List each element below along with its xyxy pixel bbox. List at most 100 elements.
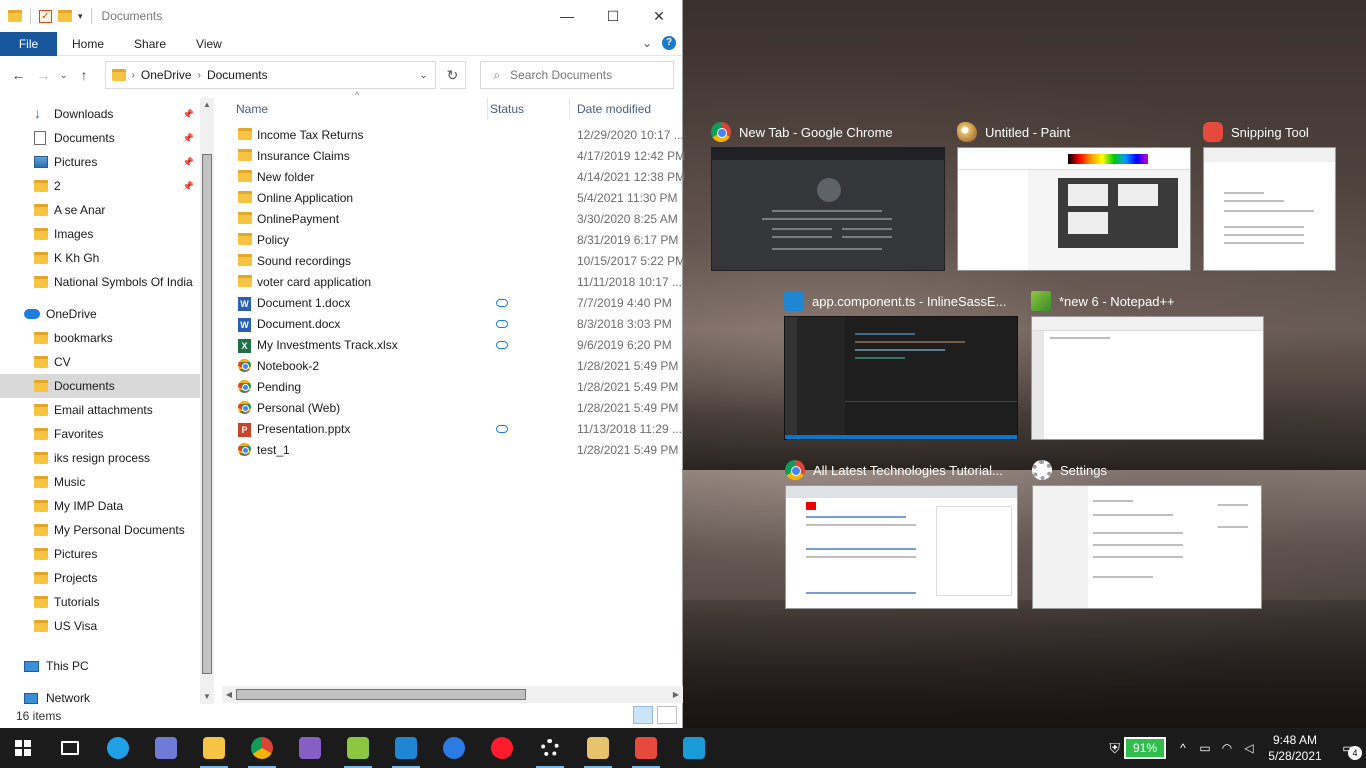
- file-row[interactable]: New folder 4/14/2021 12:38 PM: [222, 166, 685, 187]
- recent-locations-icon[interactable]: ⌄: [58, 64, 69, 86]
- taskview-thumb-notepadpp[interactable]: [1031, 316, 1264, 440]
- list-scroll-thumb[interactable]: [236, 689, 526, 700]
- tab-home[interactable]: Home: [57, 37, 119, 51]
- taskview-title-chrome[interactable]: New Tab - Google Chrome: [711, 122, 893, 142]
- taskview-thumb-tutorials[interactable]: [785, 485, 1018, 609]
- refresh-button[interactable]: ↻: [439, 61, 467, 89]
- file-row[interactable]: Online Application 5/4/2021 11:30 PM: [222, 187, 683, 208]
- taskbar-snipping-tool-button[interactable]: [622, 728, 670, 768]
- nav-item-tutorials[interactable]: Tutorials: [0, 590, 214, 614]
- up-button[interactable]: ↑: [74, 64, 95, 86]
- scroll-up-icon[interactable]: ▲: [200, 98, 214, 112]
- taskbar-file-explorer-button[interactable]: [190, 728, 238, 768]
- file-row[interactable]: Insurance Claims 4/17/2019 12:42 PM: [222, 145, 685, 166]
- taskbar-visual-studio-button[interactable]: [286, 728, 334, 768]
- taskview-title-paint[interactable]: Untitled - Paint: [957, 122, 1070, 142]
- nav-item-projects[interactable]: Projects: [0, 566, 214, 590]
- nav-item-my-personal-documents[interactable]: My Personal Documents: [0, 518, 214, 542]
- taskview-thumb-snipping[interactable]: [1203, 147, 1336, 271]
- file-row[interactable]: Personal (Web) 1/28/2021 5:49 PM: [222, 397, 683, 418]
- scroll-down-icon[interactable]: ▼: [200, 690, 214, 704]
- nav-item-favorites[interactable]: Favorites: [0, 422, 214, 446]
- file-row[interactable]: voter card application 11/11/2018 10:17 .…: [222, 271, 683, 292]
- details-view-icon[interactable]: [633, 706, 653, 724]
- nav-item-2[interactable]: 2 📌: [0, 174, 214, 198]
- notifications-button[interactable]: ▭ 4: [1330, 728, 1366, 768]
- file-row[interactable]: OnlinePayment 3/30/2020 8:25 AM: [222, 208, 683, 229]
- chevron-down-icon[interactable]: ⌄: [413, 70, 435, 81]
- power-icon[interactable]: ▭: [1194, 728, 1216, 768]
- taskbar-chrome-button[interactable]: [238, 728, 286, 768]
- taskview-title-settings[interactable]: Settings: [1032, 460, 1107, 480]
- file-row[interactable]: P Presentation.pptx 11/13/2018 11:29 ...: [222, 418, 683, 439]
- tab-view[interactable]: View: [181, 37, 237, 51]
- taskview-title-vscode[interactable]: app.component.ts - InlineSassE...: [784, 291, 1006, 311]
- nav-item-music[interactable]: Music: [0, 470, 214, 494]
- start-button[interactable]: [0, 728, 46, 768]
- taskbar-paint-button[interactable]: [574, 728, 622, 768]
- taskbar-settings-button[interactable]: [526, 728, 574, 768]
- nav-item-email-attachments[interactable]: Email attachments: [0, 398, 214, 422]
- nav-item-downloads[interactable]: ↓ Downloads 📌: [0, 102, 214, 126]
- file-row[interactable]: Income Tax Returns 12/29/2020 10:17 ...: [222, 124, 684, 145]
- taskview-title-chrome-tutorials[interactable]: All Latest Technologies Tutorial...: [785, 460, 1003, 480]
- close-button[interactable]: ✕: [636, 0, 682, 32]
- show-hidden-icons-icon[interactable]: ^: [1172, 728, 1194, 768]
- taskview-thumb-paint[interactable]: [957, 147, 1191, 271]
- file-row[interactable]: test_1 1/28/2021 5:49 PM: [222, 439, 683, 460]
- nav-item-k-kh-gh[interactable]: K Kh Gh: [0, 246, 214, 270]
- file-row[interactable]: X My Investments Track.xlsx 9/6/2019 6:20 …: [222, 334, 683, 355]
- taskview-thumb-chrome[interactable]: [711, 147, 945, 271]
- nav-item-images[interactable]: Images: [0, 222, 214, 246]
- taskview-title-notepadpp[interactable]: *new 6 - Notepad++: [1031, 291, 1175, 311]
- scroll-left-icon[interactable]: ◀: [222, 686, 236, 703]
- nav-item-national-symbols-of-india[interactable]: National Symbols Of India: [0, 270, 214, 294]
- nav-scroll-thumb[interactable]: [202, 154, 212, 674]
- breadcrumb-onedrive[interactable]: OneDrive: [141, 68, 192, 82]
- tab-share[interactable]: Share: [119, 37, 181, 51]
- nav-item-documents[interactable]: Documents: [0, 374, 214, 398]
- title-bar[interactable]: ✓ ▾ Documents — ☐ ✕: [0, 0, 682, 32]
- forward-button[interactable]: →: [33, 64, 54, 86]
- nav-item-us-visa[interactable]: US Visa: [0, 614, 214, 638]
- file-row[interactable]: Policy 8/31/2019 6:17 PM: [222, 229, 683, 250]
- nav-item-documents[interactable]: Documents 📌: [0, 126, 214, 150]
- taskbar-task-view-button[interactable]: [46, 728, 94, 768]
- file-row[interactable]: Notebook-2 1/28/2021 5:49 PM: [222, 355, 683, 376]
- taskbar-opera-button[interactable]: [478, 728, 526, 768]
- column-name[interactable]: Name: [236, 102, 268, 116]
- taskbar-edge-button[interactable]: [94, 728, 142, 768]
- taskbar-maps-button[interactable]: [430, 728, 478, 768]
- nav-item-network[interactable]: Network: [0, 686, 214, 704]
- back-button[interactable]: ←: [8, 64, 29, 86]
- taskbar-calculator-button[interactable]: [142, 728, 190, 768]
- nav-item-iks-resign-process[interactable]: iks resign process: [0, 446, 214, 470]
- taskbar-notepad-plus-button[interactable]: [334, 728, 382, 768]
- clock[interactable]: 9:48 AM 5/28/2021: [1260, 732, 1330, 764]
- wifi-icon[interactable]: ◠: [1216, 728, 1238, 768]
- nav-item-this-pc[interactable]: This PC: [0, 654, 214, 678]
- battery-indicator[interactable]: ⛨ 91%: [1110, 737, 1166, 759]
- file-row[interactable]: W Document 1.docx 7/7/2019 4:40 PM: [222, 292, 683, 313]
- column-date-modified[interactable]: Date modified: [577, 102, 651, 116]
- address-bar[interactable]: › OneDrive › Documents ⌄: [104, 61, 436, 89]
- list-horizontal-scrollbar[interactable]: ◀ ▶: [222, 686, 683, 703]
- maximize-button[interactable]: ☐: [590, 0, 636, 32]
- nav-item-cv[interactable]: CV: [0, 350, 214, 374]
- breadcrumb-documents[interactable]: Documents: [207, 68, 268, 82]
- file-row[interactable]: W Document.docx 8/3/2018 3:03 PM: [222, 313, 683, 334]
- new-folder-icon[interactable]: [58, 10, 72, 22]
- minimize-button[interactable]: —: [544, 0, 590, 32]
- properties-icon[interactable]: ✓: [39, 9, 52, 23]
- help-icon[interactable]: ?: [662, 36, 676, 50]
- nav-scrollbar[interactable]: ▲ ▼: [200, 98, 214, 704]
- nav-item-my-imp-data[interactable]: My IMP Data: [0, 494, 214, 518]
- chevron-right-icon[interactable]: ›: [198, 70, 201, 81]
- nav-item-onedrive[interactable]: OneDrive: [0, 302, 214, 326]
- customize-dropdown-icon[interactable]: ▾: [78, 11, 83, 22]
- column-divider[interactable]: [569, 98, 570, 120]
- column-status[interactable]: Status: [490, 102, 524, 116]
- search-input[interactable]: ⌕ Search Documents: [480, 61, 675, 89]
- taskview-title-snipping[interactable]: Snipping Tool: [1203, 122, 1309, 142]
- taskview-thumb-settings[interactable]: [1032, 485, 1262, 609]
